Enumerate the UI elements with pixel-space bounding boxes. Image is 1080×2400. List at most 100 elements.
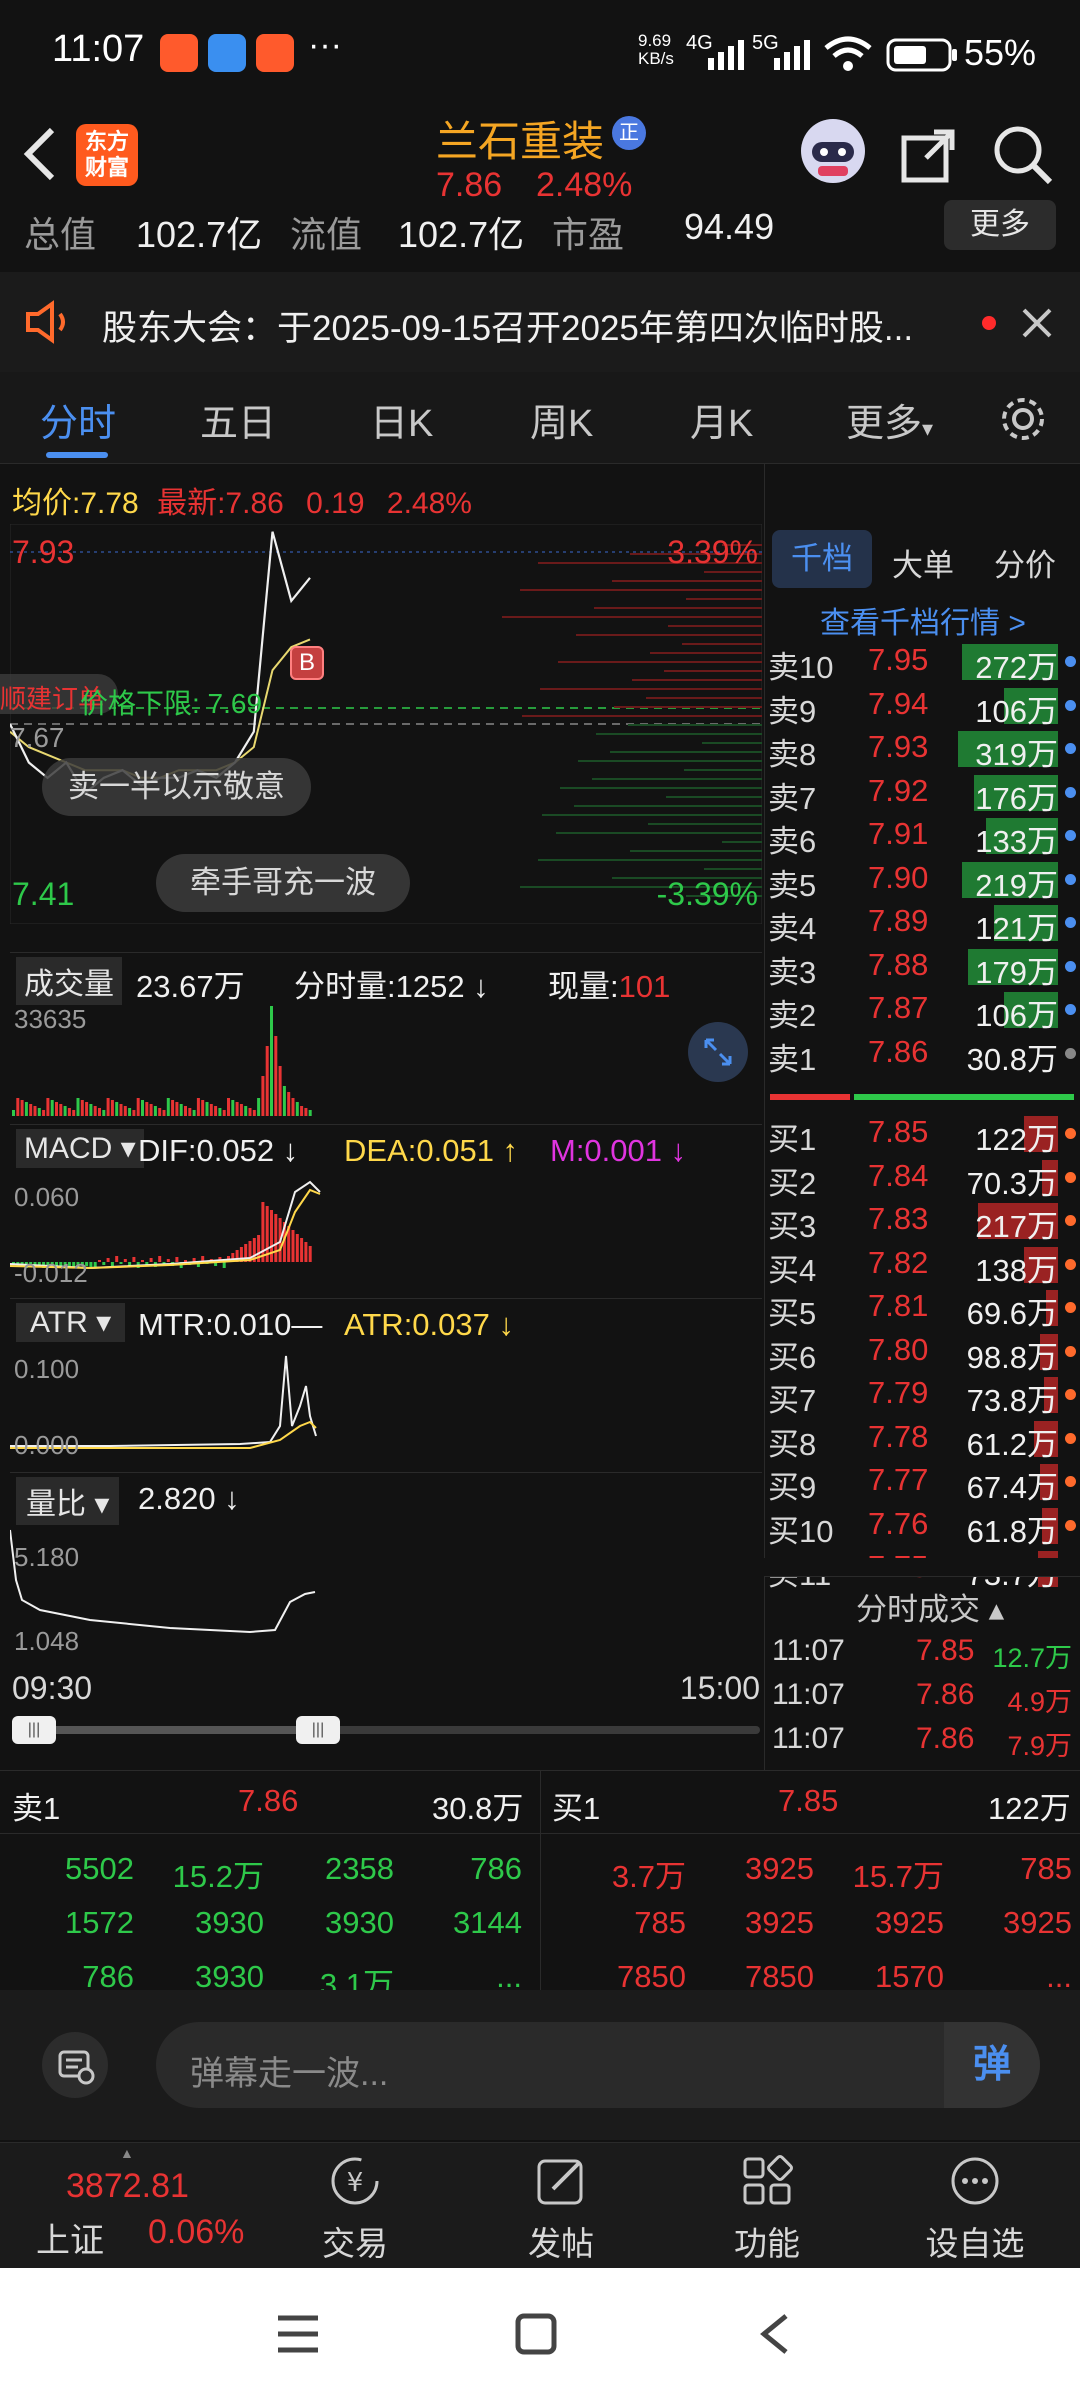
order-level-label: 卖6 bbox=[768, 824, 817, 859]
buy-order-row[interactable]: 买7 7.79 73.8万 bbox=[764, 1375, 1080, 1419]
more-stats-button[interactable]: 更多 bbox=[944, 200, 1056, 250]
tab-intraday[interactable]: 分时 bbox=[40, 392, 116, 447]
queue-sell-cell: 5502 bbox=[65, 1851, 134, 1886]
sell-order-row[interactable]: 卖7 7.92 176万 bbox=[764, 773, 1080, 817]
macd-selector[interactable]: MACD ▾ bbox=[16, 1129, 144, 1168]
depth-bar bbox=[520, 589, 762, 591]
nav-trade[interactable]: ¥ 交易 bbox=[280, 2153, 430, 2265]
volume-ratio-top-label: 5.180 bbox=[14, 1542, 80, 1572]
trades-title[interactable]: 分时成交 ▴ bbox=[856, 1584, 1004, 1629]
atr-top-label: 0.100 bbox=[14, 1354, 80, 1384]
back-nav-icon[interactable] bbox=[754, 2312, 794, 2356]
trade-row: 11:07 7.86 7.9万 bbox=[770, 1722, 1080, 1764]
tab-depth[interactable]: 千档 bbox=[772, 530, 872, 588]
buy-order-row[interactable]: 买10 7.76 61.8万 bbox=[764, 1506, 1080, 1550]
range-slider-right-handle[interactable]: ||| bbox=[296, 1716, 340, 1744]
danmu-settings-icon[interactable] bbox=[40, 2030, 110, 2100]
volume-bar bbox=[188, 1108, 192, 1116]
sell-order-row[interactable]: 卖2 7.87 106万 bbox=[764, 990, 1080, 1034]
order-dot bbox=[1065, 656, 1076, 667]
notice-banner[interactable]: 股东大会：于2025-09-15召开2025年第四次临时股... bbox=[0, 272, 1080, 372]
buy-order-row[interactable]: 买3 7.83 217万 bbox=[764, 1201, 1080, 1245]
tab-five-day[interactable]: 五日 bbox=[200, 392, 276, 447]
volume-bar bbox=[119, 1104, 123, 1116]
tab-daily-k[interactable]: 日K bbox=[370, 392, 433, 447]
buy-order-row[interactable]: 买1 7.85 122万 bbox=[764, 1114, 1080, 1158]
robot-assistant-icon[interactable] bbox=[798, 116, 868, 186]
volume-bar bbox=[55, 1102, 58, 1116]
macd-histogram-bar bbox=[184, 1260, 187, 1262]
order-price: 7.88 bbox=[868, 946, 929, 982]
volume-ratio-chart[interactable] bbox=[10, 1520, 762, 1640]
buy-order-row[interactable]: 买5 7.81 69.6万 bbox=[764, 1288, 1080, 1332]
tab-more[interactable]: 更多▾ bbox=[846, 392, 933, 447]
order-price: 7.89 bbox=[868, 903, 929, 938]
expand-icon[interactable] bbox=[686, 1020, 750, 1084]
volume-bar bbox=[239, 1104, 243, 1116]
nav-add-watchlist[interactable]: 设自选 bbox=[900, 2153, 1050, 2265]
sell-order-row[interactable]: 卖4 7.89 121万 bbox=[764, 903, 1080, 947]
atr-chart[interactable] bbox=[10, 1346, 762, 1460]
nav-post[interactable]: 发帖 bbox=[486, 2153, 636, 2265]
order-volume: 70.3万 bbox=[966, 1165, 1058, 1201]
atr-value: ATR:0.037 ↓ bbox=[344, 1307, 515, 1342]
volume-bar bbox=[145, 1102, 149, 1116]
depth-bar bbox=[702, 742, 762, 744]
settings-gear-icon[interactable] bbox=[998, 394, 1048, 444]
view-depth-link[interactable]: 查看千档行情 > bbox=[820, 598, 1026, 642]
search-icon[interactable] bbox=[992, 124, 1054, 186]
volume-bar bbox=[196, 1098, 200, 1116]
sell-order-row[interactable]: 卖3 7.88 179万 bbox=[764, 947, 1080, 991]
volume-selector[interactable]: 成交量 bbox=[16, 957, 122, 1005]
nav-functions[interactable]: 功能 bbox=[692, 2153, 842, 2265]
atr-selector[interactable]: ATR ▾ bbox=[16, 1303, 126, 1342]
volume-bar bbox=[175, 1102, 179, 1116]
depth-bar bbox=[614, 706, 762, 708]
volume-bar bbox=[42, 1110, 46, 1116]
menu-icon[interactable] bbox=[276, 2314, 320, 2354]
tab-weekly-k[interactable]: 周K bbox=[530, 392, 593, 447]
volume-ratio-selector[interactable]: 量比 ▾ bbox=[16, 1477, 120, 1525]
depth-bar bbox=[592, 778, 762, 780]
tab-monthly-k[interactable]: 月K bbox=[690, 392, 753, 447]
atr-mtr: MTR:0.010— bbox=[138, 1307, 323, 1342]
share-icon[interactable] bbox=[900, 126, 958, 184]
trade-price: 7.86 bbox=[916, 1678, 975, 1711]
buy-order-row[interactable]: 买2 7.84 70.3万 bbox=[764, 1158, 1080, 1202]
volume-bar bbox=[244, 1106, 248, 1116]
danmu-bubble: 卖一半以示敬意 bbox=[42, 758, 311, 816]
macd-chart[interactable] bbox=[10, 1172, 762, 1288]
trade-time: 11:07 bbox=[772, 1722, 845, 1755]
volume-bar-chart[interactable] bbox=[10, 1000, 762, 1116]
index-quote[interactable]: ▲ 3872.81 上证 0.06% bbox=[0, 2143, 250, 2269]
sell-order-row[interactable]: 卖9 7.94 106万 bbox=[764, 686, 1080, 730]
buy-marker[interactable]: B bbox=[290, 646, 324, 680]
depth-bar bbox=[596, 733, 762, 735]
sell-order-row[interactable]: 卖10 7.95 272万 bbox=[764, 642, 1080, 686]
home-icon[interactable] bbox=[514, 2312, 558, 2356]
svg-text:¥: ¥ bbox=[347, 2168, 364, 2198]
sell-order-row[interactable]: 卖1 7.86 30.8万 bbox=[764, 1034, 1080, 1078]
sell-order-row[interactable]: 卖8 7.93 319万 bbox=[764, 729, 1080, 773]
buy-order-row[interactable]: 买4 7.82 138万 bbox=[764, 1245, 1080, 1289]
back-icon[interactable] bbox=[20, 126, 60, 182]
macd-histogram-bar bbox=[158, 1256, 162, 1262]
order-dot bbox=[1065, 1047, 1076, 1059]
sell-order-row[interactable]: 卖5 7.90 219万 bbox=[764, 860, 1080, 904]
depth-bar bbox=[684, 769, 762, 771]
order-volume: 319万 bbox=[975, 737, 1058, 772]
volume-bar bbox=[282, 1086, 286, 1116]
order-dot bbox=[1065, 960, 1076, 972]
tab-price-distribution[interactable]: 分价 bbox=[994, 540, 1056, 585]
range-slider-left-handle[interactable]: ||| bbox=[12, 1716, 56, 1744]
danmu-input[interactable]: 弹幕走一波... 弹 bbox=[156, 2022, 1040, 2108]
tab-large-orders[interactable]: 大单 bbox=[892, 540, 954, 585]
order-level-label: 买9 bbox=[768, 1470, 817, 1505]
queue-buy-cell: 785 bbox=[1020, 1851, 1072, 1886]
buy-order-row[interactable]: 买9 7.77 67.4万 bbox=[764, 1462, 1080, 1506]
buy-order-row[interactable]: 买8 7.78 61.2万 bbox=[764, 1419, 1080, 1463]
close-icon[interactable] bbox=[1020, 306, 1054, 340]
danmu-send-button[interactable]: 弹 bbox=[944, 2022, 1040, 2108]
sell-order-row[interactable]: 卖6 7.91 133万 bbox=[764, 816, 1080, 860]
buy-order-row[interactable]: 买6 7.80 98.8万 bbox=[764, 1332, 1080, 1376]
